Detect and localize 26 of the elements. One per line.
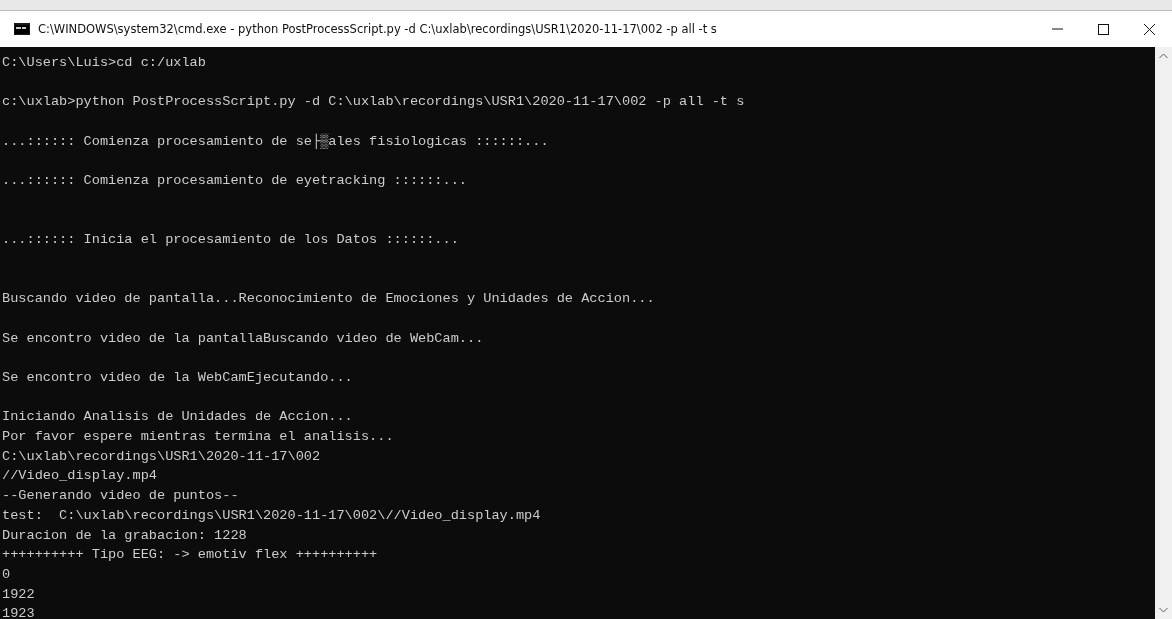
scroll-up-icon[interactable] <box>1159 53 1168 59</box>
scroll-down-icon[interactable] <box>1159 607 1168 613</box>
console-line: ...:::::: Inicia el procesamiento de los Datos ::::::... <box>2 231 460 250</box>
console-line: C:\uxlab\recordings\USR1\2020-11-17\002 <box>2 447 322 466</box>
console-app-icon <box>14 23 30 35</box>
console-line: Se encontro video de la WebCamEjecutando... <box>2 369 354 387</box>
minimize-icon <box>1051 28 1063 30</box>
console-line: --Generando video de puntos-- <box>2 487 240 506</box>
console-line: 1923 <box>2 605 36 619</box>
console-line: Duracion de la grabacion: 1228 <box>2 526 248 545</box>
console-line: Iniciando Analisis de Unidades de Accion... <box>2 408 354 427</box>
console-line: Por favor espere mientras termina el analisis... <box>2 428 395 447</box>
console-line: ...:::::: Comienza procesamiento de se├▒ales fisiologicas ::::::... <box>2 132 550 151</box>
console-line: c:\uxlab>python PostProcessScript.py -d C:\uxlab\recordings\USR1\2020-11-17\002 -p all -t s <box>2 93 746 112</box>
close-icon <box>1143 23 1155 35</box>
window-title: C:\WINDOWS\system32\cmd.exe - python PostProcessScript.py -d C:\uxlab\recordings\USR1\2020-11-17\002 -p all -t s <box>38 22 718 36</box>
console-line: ...:::::: Comienza procesamiento de eyetracking ::::::... <box>2 172 468 191</box>
console-line: ++++++++++ Tipo EEG: -> emotiv flex ++++++++++ <box>2 546 379 565</box>
console-line: C:\Users\Luis>cd c:/uxlab <box>2 54 207 72</box>
console-line: test: C:\uxlab\recordings\USR1\2020-11-17\002\//Video_display.mp4 <box>2 506 542 525</box>
console-line: //Video_display.mp4 <box>2 467 158 486</box>
console-line: Se encontro video de la pantallaBuscando video de WebCam... <box>2 329 485 348</box>
maximize-icon <box>1097 23 1109 35</box>
console-line: 0 <box>2 565 12 584</box>
console-line: 1922 <box>2 585 36 604</box>
console-line: Buscando video de pantalla...Reconocimiento de Emociones y Unidades de Accion... <box>2 290 656 309</box>
